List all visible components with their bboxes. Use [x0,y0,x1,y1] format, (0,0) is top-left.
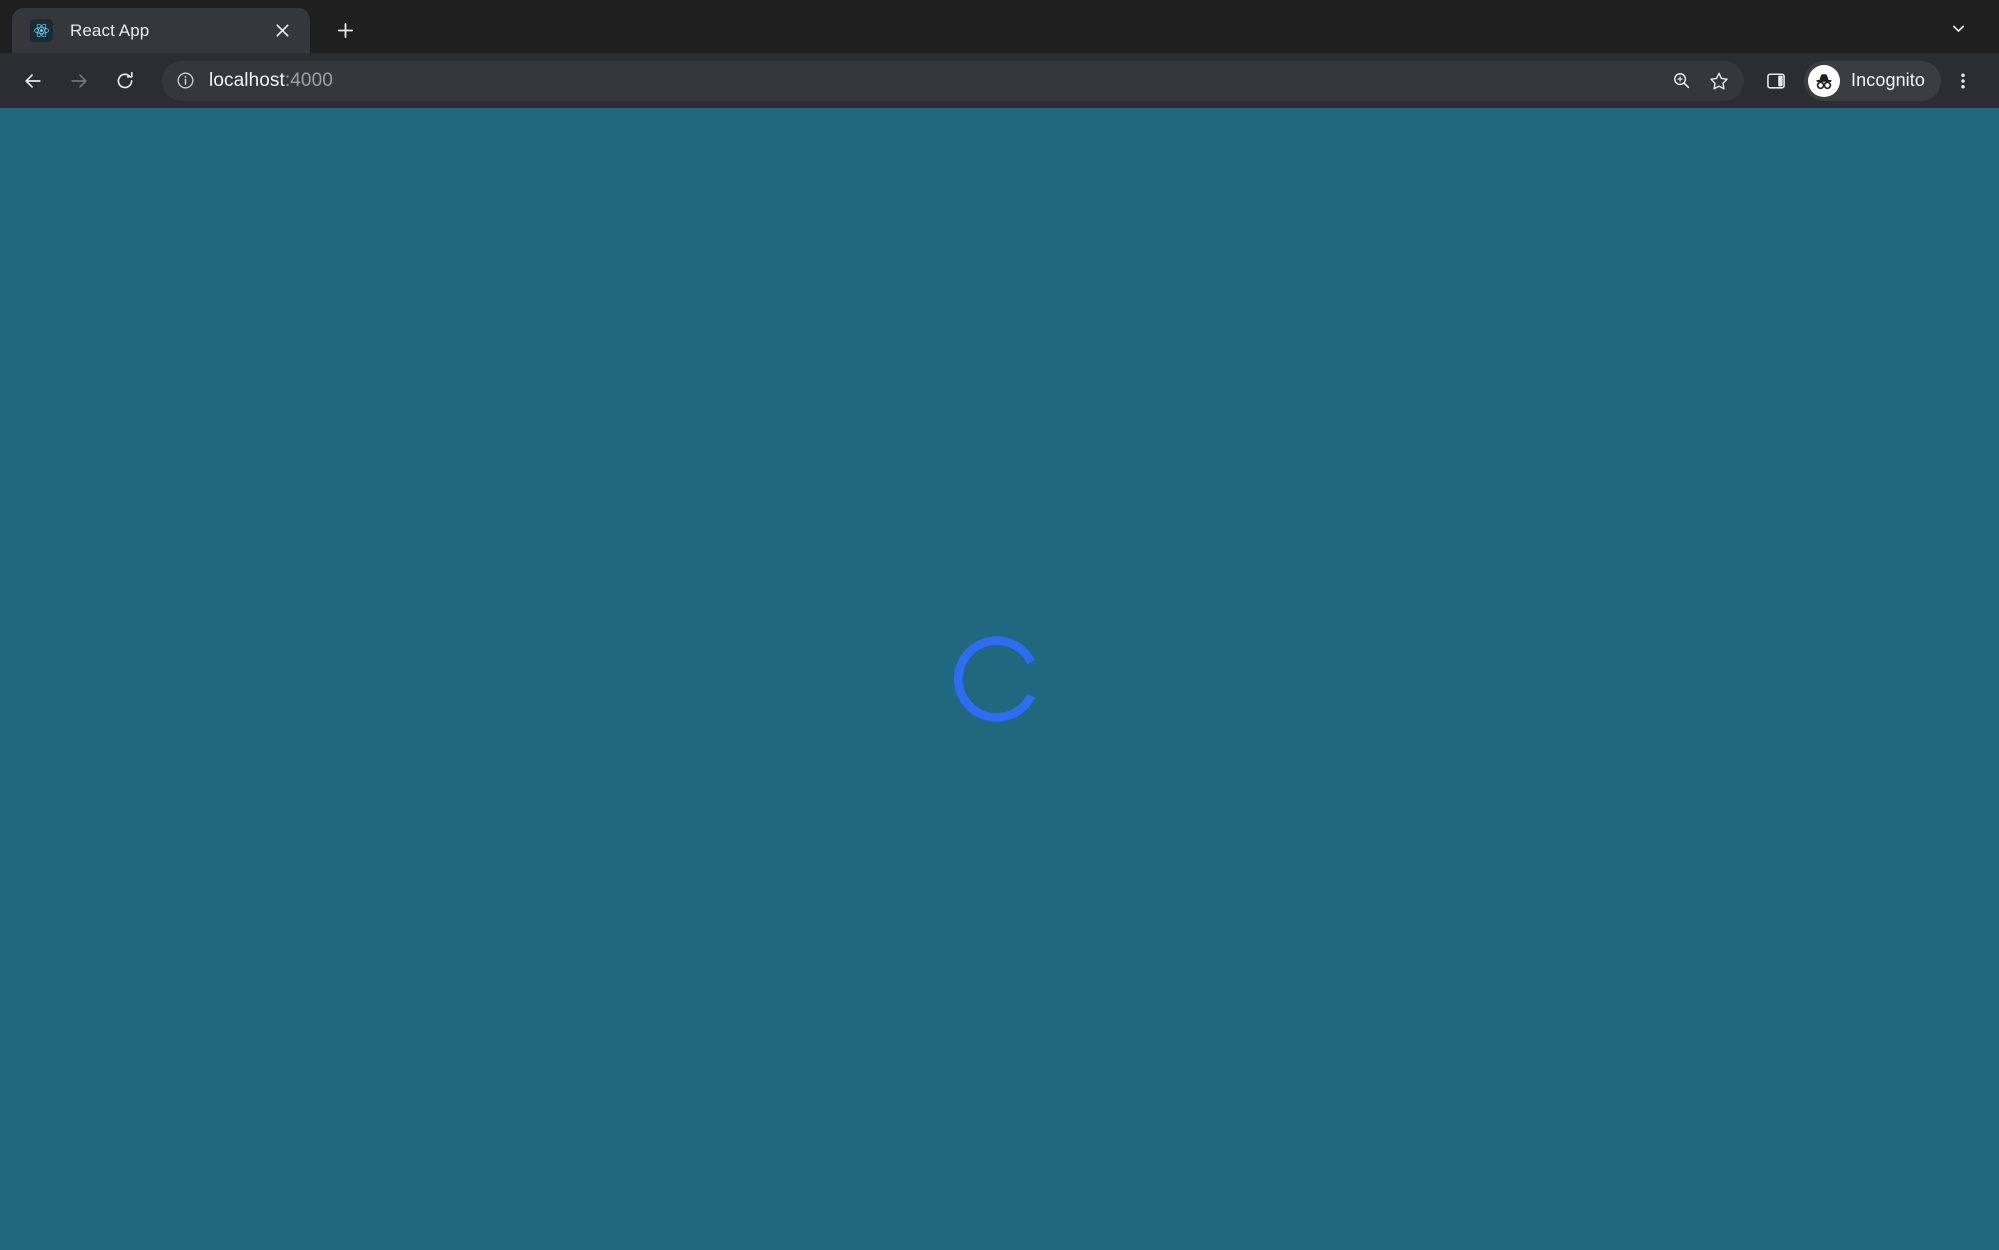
new-tab-button[interactable] [326,11,364,49]
browser-window: React App localhost:4000 Incognito [0,0,1999,1250]
browser-toolbar: localhost:4000 Incognito [0,53,1999,108]
more-vertical-icon [1961,72,1965,89]
url-host: localhost [209,69,285,91]
reload-icon [117,71,133,88]
url-text[interactable]: localhost:4000 [209,70,1660,92]
bookmark-star-icon[interactable] [1702,64,1736,98]
side-panel-button[interactable] [1756,61,1796,101]
info-circle-icon[interactable] [170,66,200,96]
close-icon[interactable] [268,17,296,45]
tab-strip: React App [0,0,1999,53]
profile-incognito-chip[interactable]: Incognito [1804,60,1941,101]
url-path: :4000 [284,69,333,91]
incognito-spy-icon [1808,64,1841,97]
page-viewport [0,108,1999,1250]
arrow-left-icon [25,73,41,88]
loading-spinner [952,631,1048,727]
profile-label: Incognito [1851,70,1925,90]
chevron-down-icon [1952,25,1964,32]
tab-title: React App [70,20,150,40]
back-button[interactable] [13,61,53,101]
loading-spinner-icon [953,636,1035,722]
plus-icon [337,22,353,38]
tab-search-button[interactable] [1941,11,1975,45]
forward-button[interactable] [59,61,99,101]
zoom-icon[interactable] [1664,64,1698,98]
react-logo-icon [30,19,53,42]
chrome-menu-button[interactable] [1943,61,1983,101]
address-bar[interactable]: localhost:4000 [162,60,1745,101]
omnibox-actions [1660,64,1740,98]
tab-react-app[interactable]: React App [12,8,310,53]
side-panel-icon [1767,72,1785,89]
arrow-right-icon [71,73,87,88]
reload-button[interactable] [105,61,145,101]
